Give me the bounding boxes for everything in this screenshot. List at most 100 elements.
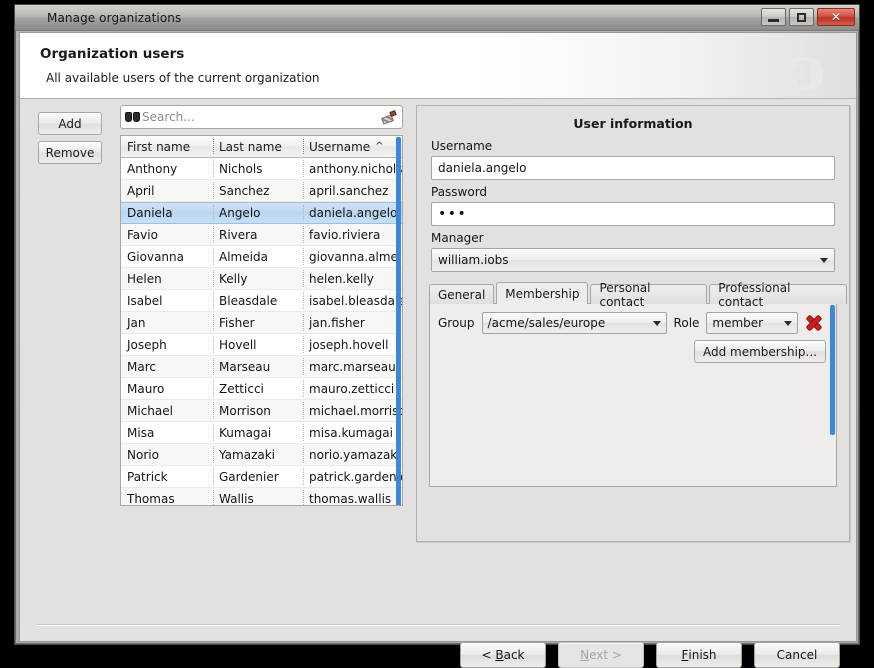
cell-first-name: Joseph xyxy=(121,334,213,355)
cell-first-name: Giovanna xyxy=(121,246,213,267)
cell-first-name: Patrick xyxy=(121,466,213,487)
table-row[interactable]: Isabel Bleasdale isabel.bleasdale xyxy=(121,290,402,312)
manager-label: Manager xyxy=(431,231,835,245)
cell-first-name: Anthony xyxy=(121,158,213,179)
user-information-title: User information xyxy=(417,116,849,131)
search-input[interactable]: Search... xyxy=(120,105,403,129)
table-row[interactable]: Mauro Zetticci mauro.zetticci xyxy=(121,378,402,400)
cancel-button[interactable]: Cancel xyxy=(754,642,840,668)
cell-last-name: Wallis xyxy=(213,488,303,506)
minimize-button[interactable] xyxy=(761,8,786,26)
cell-first-name: Isabel xyxy=(121,290,213,311)
add-button[interactable]: Add xyxy=(38,112,102,135)
back-button[interactable]: < Back xyxy=(460,642,546,668)
window-controls: ✕ xyxy=(761,8,855,26)
column-header-first-name[interactable]: First name xyxy=(121,136,213,157)
chevron-down-icon xyxy=(820,258,828,263)
application-window:  Manage organizations ✕ Organization u… xyxy=(14,4,860,645)
table-rows: Anthony Nichols anthony.nichols April Sanche… xyxy=(121,158,402,506)
cell-last-name: Yamazaki xyxy=(213,444,303,465)
table-row[interactable]: Michael Morrisonmichael.morrison xyxy=(121,400,402,422)
table-row[interactable]: Thomas Wallis thomas.wallis xyxy=(121,488,402,506)
dialog-client-area: Organization users All available users o… xyxy=(19,32,857,642)
tab-membership[interactable]: Membership xyxy=(496,282,588,304)
table-row[interactable]: Norio Yamazaki norio.yamazaki xyxy=(121,444,402,466)
window-title: Manage organizations xyxy=(47,11,181,25)
table-row[interactable]: Joseph Hovell joseph.hovell xyxy=(121,334,402,356)
column-header-username-label: Username xyxy=(309,140,370,154)
cell-username: marc.marseau xyxy=(303,356,402,377)
next-button[interactable]: Next > xyxy=(558,642,644,668)
users-list-panel: Search... First name Last name Username … xyxy=(120,105,403,506)
app-icon-glyph:  xyxy=(26,10,39,25)
table-row[interactable]: Jan Fisher jan.fisher xyxy=(121,312,402,334)
dialog-body: Add Remove Search... First name Last nam… xyxy=(20,100,856,641)
username-field[interactable]: daniela.angelo xyxy=(431,156,835,180)
close-button[interactable]: ✕ xyxy=(817,8,855,26)
cell-first-name: Favio xyxy=(121,224,213,245)
password-field[interactable]: ••• xyxy=(431,202,835,226)
tab-professional-contact[interactable]: Professional contact xyxy=(709,284,847,304)
chevron-down-icon xyxy=(653,321,661,326)
table-row[interactable]: Misa Kumagai misa.kumagai xyxy=(121,422,402,444)
cell-first-name: Norio xyxy=(121,444,213,465)
cell-last-name: Fisher xyxy=(213,312,303,333)
next-mnemonic: N xyxy=(580,648,589,662)
back-mnemonic: B xyxy=(495,648,503,662)
page-title: Organization users xyxy=(40,46,184,62)
cell-username: april.sanchez xyxy=(303,180,402,201)
password-masked-value: ••• xyxy=(438,209,467,219)
table-row[interactable]: Giovanna Almeidagiovanna.almeida xyxy=(121,246,402,268)
cell-username: giovanna.almeida xyxy=(303,246,402,267)
eraser-clear-icon[interactable] xyxy=(381,110,397,125)
cell-username: daniela.angelo xyxy=(303,203,402,223)
table-row[interactable]: Marc Marseau marc.marseau xyxy=(121,356,402,378)
minimize-icon xyxy=(768,19,779,22)
table-row[interactable]: Daniela Angelo daniela.angelo xyxy=(121,202,402,224)
tab-general[interactable]: General xyxy=(429,284,494,304)
membership-vertical-scrollbar[interactable] xyxy=(830,305,835,435)
table-row[interactable]: April Sanchez april.sanchez xyxy=(121,180,402,202)
add-membership-button[interactable]: Add membership... xyxy=(694,340,826,363)
cell-username: norio.yamazaki xyxy=(303,444,402,465)
cell-first-name: Mauro xyxy=(121,378,213,399)
cell-username: anthony.nichols xyxy=(303,158,402,179)
group-select[interactable]: /acme/sales/europe xyxy=(482,312,667,334)
cell-first-name: Daniela xyxy=(121,203,213,223)
finish-button[interactable]: Finish xyxy=(656,642,742,668)
cell-username: thomas.wallis xyxy=(303,488,402,506)
cell-last-name: Bleasdale xyxy=(213,290,303,311)
role-select[interactable]: member xyxy=(706,312,798,334)
page-subtitle: All available users of the current organ… xyxy=(46,71,320,85)
table-row[interactable]: Helen Kelly helen.kelly xyxy=(121,268,402,290)
column-header-username[interactable]: Username ^ xyxy=(303,136,402,157)
cell-last-name: Angelo xyxy=(213,203,303,223)
cell-username: helen.kelly xyxy=(303,268,402,289)
group-selected-value: /acme/sales/europe xyxy=(488,316,606,330)
cell-username: joseph.hovell xyxy=(303,334,402,355)
membership-tab-pane: Group /acme/sales/europe Role member Add… xyxy=(429,303,837,487)
list-vertical-scrollbar[interactable] xyxy=(396,137,401,506)
manager-select[interactable]: william.iobs xyxy=(431,248,835,272)
sort-ascending-icon: ^ xyxy=(375,141,383,152)
manager-selected-value: william.iobs xyxy=(438,253,509,267)
remove-button[interactable]: Remove xyxy=(38,141,102,164)
maximize-button[interactable] xyxy=(789,8,814,26)
cell-last-name: Marseau xyxy=(213,356,303,377)
cell-first-name: Michael xyxy=(121,400,213,421)
user-information-panel: User information Username daniela.angelo… xyxy=(416,105,850,542)
finish-mnemonic: F xyxy=(681,648,688,662)
table-row[interactable]: Anthony Nichols anthony.nichols xyxy=(121,158,402,180)
cell-last-name: Hovell xyxy=(213,334,303,355)
table-row[interactable]: Patrick Gardenier patrick.gardenier xyxy=(121,466,402,488)
column-header-last-name[interactable]: Last name xyxy=(213,136,303,157)
brand-logo-icon: ↄ xyxy=(776,39,838,99)
footer-separator xyxy=(36,624,840,626)
red-x-delete-icon[interactable] xyxy=(805,314,823,332)
tab-personal-contact[interactable]: Personal contact xyxy=(590,284,707,304)
wizard-banner: Organization users All available users o… xyxy=(20,33,856,99)
table-row[interactable]: Favio Rivera favio.riviera xyxy=(121,224,402,246)
search-placeholder: Search... xyxy=(142,110,195,124)
cell-first-name: Thomas xyxy=(121,488,213,506)
role-selected-value: member xyxy=(712,316,763,330)
